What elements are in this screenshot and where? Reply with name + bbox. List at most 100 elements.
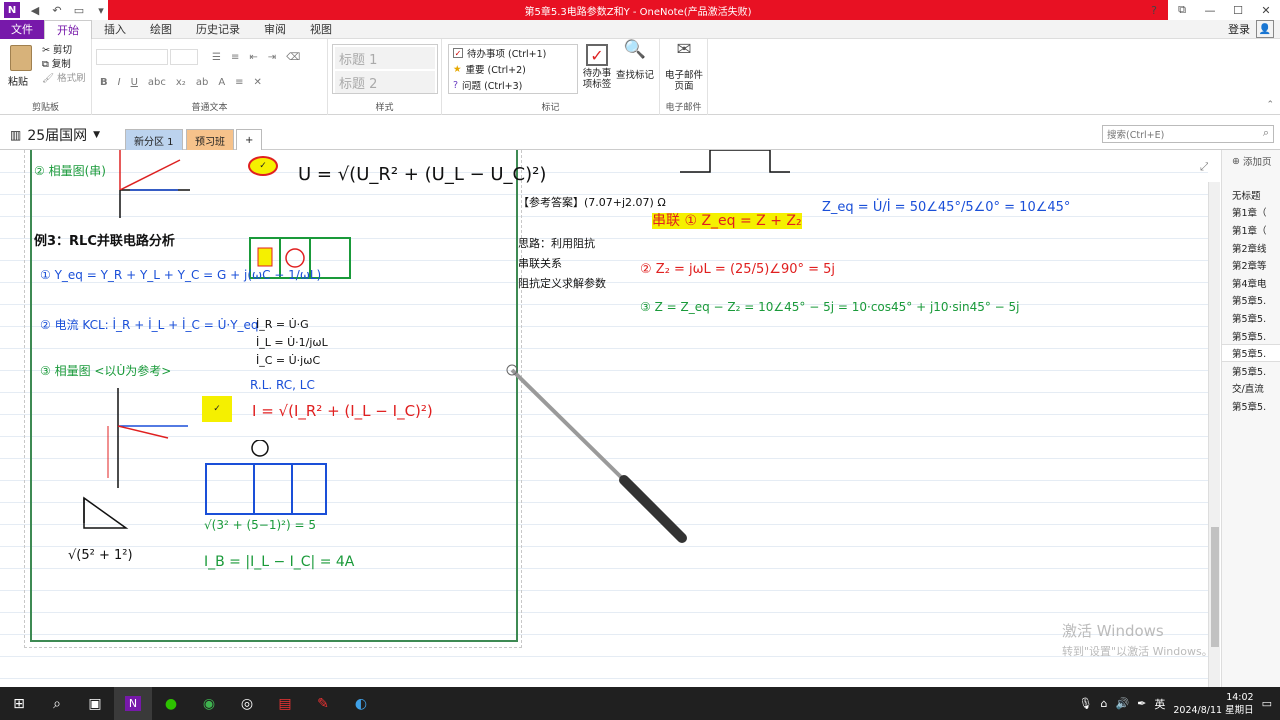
tag-question[interactable]: ? 问题 (Ctrl+3) [449,77,577,93]
parallel-circuit-sketch [205,440,327,515]
tag-important[interactable]: ★ 重要 (Ctrl+2) [449,61,577,77]
notification-icon[interactable]: ▭ [1262,697,1272,710]
page-item[interactable]: 交/直流 [1222,380,1280,398]
copy-button[interactable]: ⧉ 复制 [42,58,86,72]
series-phasor-diagram [119,150,190,218]
pen-tool-icon[interactable]: ✎ [304,687,342,720]
font-family-select[interactable] [96,49,168,65]
outdent-icon[interactable]: ⇤ [249,52,257,63]
basic-text-group: ☰ ≡ ⇤ ⇥ ⌫ B I U abc x₂ ab A ≡ ✕ 普通文本 [92,39,328,115]
page-item[interactable]: 第2章线 [1222,239,1280,257]
bold-button[interactable]: B [100,77,108,88]
notebook-bar: ▥ 25届国网 ▼ 新分区 1 预习班 + 搜索(Ctrl+E) ⌕ [0,115,1280,150]
font-color-icon[interactable]: A [218,77,225,88]
pdf-reader-icon[interactable]: ▤ [266,687,304,720]
page-item[interactable]: 第4章电 [1222,274,1280,292]
strikethrough-icon[interactable]: abc [148,77,166,88]
volume-icon[interactable]: 🔊 [1115,697,1129,710]
tags-group: ✓ 待办事项 (Ctrl+1) ★ 重要 (Ctrl+2) ? 问题 (Ctrl+3)… [442,39,660,115]
pen-icon[interactable]: ✒ [1137,697,1146,710]
format-painter-button[interactable]: 🖌 格式刷 [42,72,86,86]
collapse-ribbon-icon[interactable]: ⌃ [1266,100,1274,110]
microphone-icon[interactable]: 🎙 [1078,697,1092,710]
number-list-icon[interactable]: ≡ [231,52,239,63]
page-item[interactable]: 第5章5. [1222,397,1280,415]
language-indicator[interactable]: 英 [1154,696,1165,712]
avatar[interactable]: 👤 [1256,20,1274,38]
chevron-down-icon: ▼ [93,130,101,140]
maximize-button[interactable]: ☐ [1224,0,1252,20]
minimize-button[interactable]: — [1196,0,1224,20]
style-heading1[interactable]: 标题 1 [335,47,435,69]
email-page-button[interactable]: ✉ 电子邮件页面 [662,41,706,93]
paste-button[interactable]: 粘贴 [8,73,28,88]
page-item[interactable]: 第5章5. [1222,362,1280,380]
align-icon[interactable]: ≡ [235,77,243,88]
network-icon[interactable]: ⌂ [1100,697,1107,710]
page-item[interactable]: 第2章等 [1222,256,1280,274]
tab-view[interactable]: 视图 [298,20,344,39]
search-input[interactable]: 搜索(Ctrl+E) ⌕ [1102,125,1274,143]
page-item[interactable]: 第1章（ [1222,221,1280,239]
page-item[interactable]: 第1章（ [1222,204,1280,222]
tag-todo[interactable]: ✓ 待办事项 (Ctrl+1) [449,45,577,61]
subscript-icon[interactable]: x₂ [176,77,186,88]
expand-icon[interactable]: ⤢ [1200,160,1208,174]
add-page-button[interactable]: ⊕ 添加页 [1222,150,1280,172]
page-item[interactable]: 第5章5. [1222,292,1280,310]
tab-history[interactable]: 历史记录 [184,20,252,39]
email-group: ✉ 电子邮件页面 电子邮件 [660,39,708,115]
back-icon[interactable]: ◀ [24,0,46,20]
taskbar: ⊞ ⌕ ▣ N ● ◉ ◎ ▤ ✎ ◐ 🎙 ⌂ 🔊 ✒ 英 14:02 2024… [0,687,1280,720]
obs-icon[interactable]: ◎ [228,687,266,720]
page-item[interactable]: 第5章5. [1222,309,1280,327]
bullet-list-icon[interactable]: ☰ [212,52,221,63]
todo-tag-button[interactable]: ✓ 待办事项标签 [580,44,614,90]
italic-button[interactable]: I [118,77,121,88]
full-screen-button[interactable]: ⧉ [1168,0,1196,20]
style-heading2[interactable]: 标题 2 [335,71,435,93]
delete-icon[interactable]: ✕ [254,77,262,88]
highlight-mark: ✓ [248,156,278,176]
tab-file[interactable]: 文件 [0,19,44,39]
indent-icon[interactable]: ⇥ [268,52,276,63]
clear-format-icon[interactable]: ⌫ [286,52,300,63]
tab-draw[interactable]: 绘图 [138,20,184,39]
tab-review[interactable]: 审阅 [252,20,298,39]
find-tags-button[interactable]: 🔍 查找标记 [614,41,656,82]
windows-start-icon[interactable]: ⊞ [0,687,38,720]
login-link[interactable]: 登录 [1228,21,1250,37]
add-section-button[interactable]: + [236,129,263,150]
task-view-icon[interactable]: ▣ [76,687,114,720]
page-item-selected[interactable]: 第5章5. [1222,344,1280,362]
close-button[interactable]: ✕ [1252,0,1280,20]
paste-icon[interactable] [10,45,32,71]
wechat-icon[interactable]: ● [152,687,190,720]
page-item[interactable]: 第5章5. [1222,327,1280,345]
todo-check-icon: ✓ [586,44,608,66]
section-tab-1[interactable]: 新分区 1 [125,129,183,150]
onenote-app-icon[interactable]: N [114,687,152,720]
section-tab-2[interactable]: 预习班 [186,129,234,150]
notebook-selector[interactable]: ▥ 25届国网 ▼ [10,125,100,145]
font-size-select[interactable] [170,49,198,65]
edge-icon[interactable]: ◐ [342,687,380,720]
page-item[interactable]: 无标题 [1222,186,1280,204]
highlight-icon[interactable]: ab [196,77,208,88]
underline-button[interactable]: U [131,77,138,88]
undo-icon[interactable]: ↶ [46,0,68,20]
note-canvas[interactable]: ② 相量图(串) ✓ U = √(U_R² + (U_L − U_C)²) 例3… [0,150,1208,687]
dock-icon[interactable]: ▭ [68,0,90,20]
root-expression: √(5² + 1²) [68,548,133,563]
tab-insert[interactable]: 插入 [92,20,138,39]
help-button[interactable]: ? [1140,0,1168,20]
star-icon: ★ [453,63,462,75]
browser-360-icon[interactable]: ◉ [190,687,228,720]
tab-home[interactable]: 开始 [44,19,92,39]
rlc-labels: R.L. RC, LC [250,378,315,392]
search-icon[interactable]: ⌕ [38,687,76,720]
clock[interactable]: 14:02 2024/8/11 星期日 [1173,691,1253,717]
vertical-scrollbar[interactable] [1208,182,1220,687]
tags-gallery: ✓ 待办事项 (Ctrl+1) ★ 重要 (Ctrl+2) ? 问题 (Ctrl+3) [448,44,578,94]
cut-button[interactable]: ✂ 剪切 [42,44,86,58]
